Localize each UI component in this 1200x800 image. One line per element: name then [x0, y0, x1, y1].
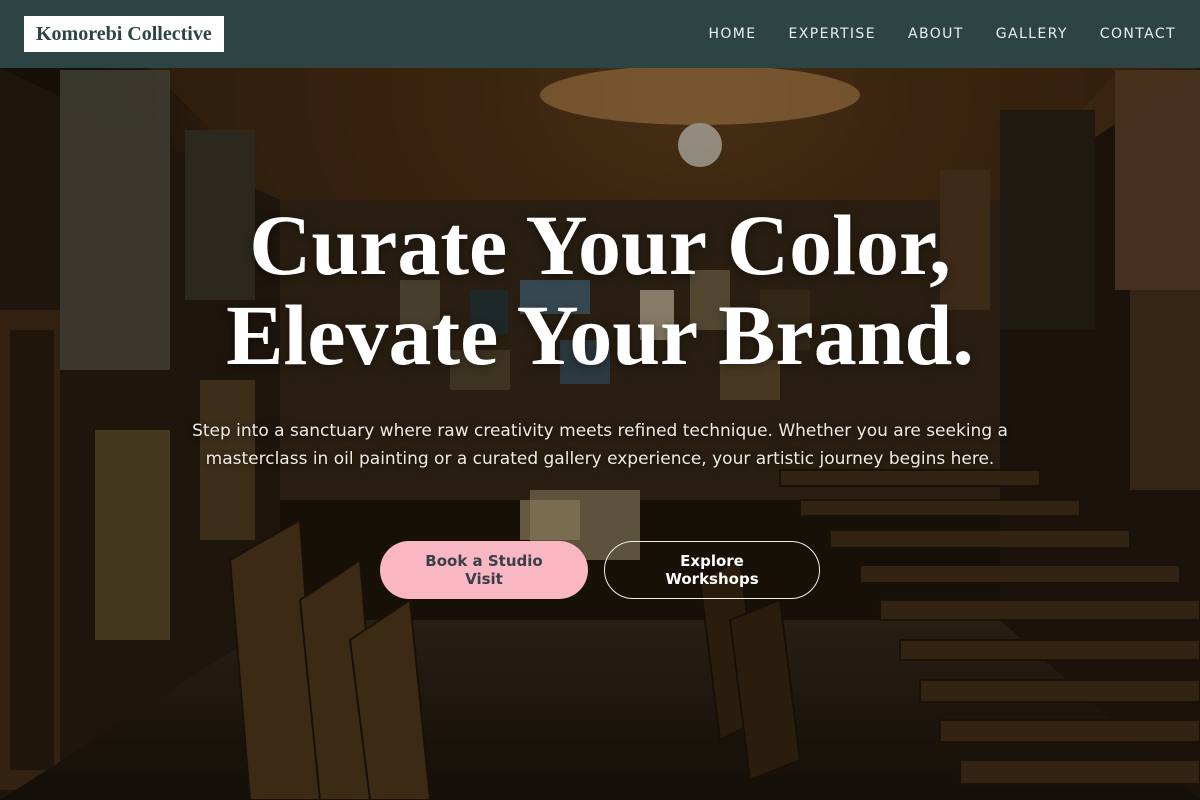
- hero-headline-line-2: Elevate Your Brand.: [226, 287, 974, 383]
- book-studio-visit-button[interactable]: Book a Studio Visit: [380, 541, 588, 599]
- main-nav: HOME EXPERTISE ABOUT GALLERY CONTACT: [708, 26, 1176, 42]
- hero-cta-group: Book a Studio Visit Explore Workshops: [0, 541, 1200, 599]
- hero-headline-line-1: Curate Your Color,: [249, 197, 951, 293]
- hero-section: Curate Your Color, Elevate Your Brand. S…: [0, 68, 1200, 800]
- nav-link-about[interactable]: ABOUT: [908, 26, 964, 42]
- nav-link-contact[interactable]: CONTACT: [1100, 26, 1176, 42]
- hero-headline: Curate Your Color, Elevate Your Brand.: [0, 200, 1200, 380]
- hero-description: Step into a sanctuary where raw creativi…: [192, 421, 1008, 469]
- nav-link-home[interactable]: HOME: [708, 26, 756, 42]
- nav-link-expertise[interactable]: EXPERTISE: [789, 26, 876, 42]
- explore-workshops-button[interactable]: Explore Workshops: [604, 541, 820, 599]
- brand-logo[interactable]: Komorebi Collective: [24, 16, 224, 52]
- top-navigation-bar: Komorebi Collective HOME EXPERTISE ABOUT…: [0, 0, 1200, 68]
- nav-link-gallery[interactable]: GALLERY: [996, 26, 1068, 42]
